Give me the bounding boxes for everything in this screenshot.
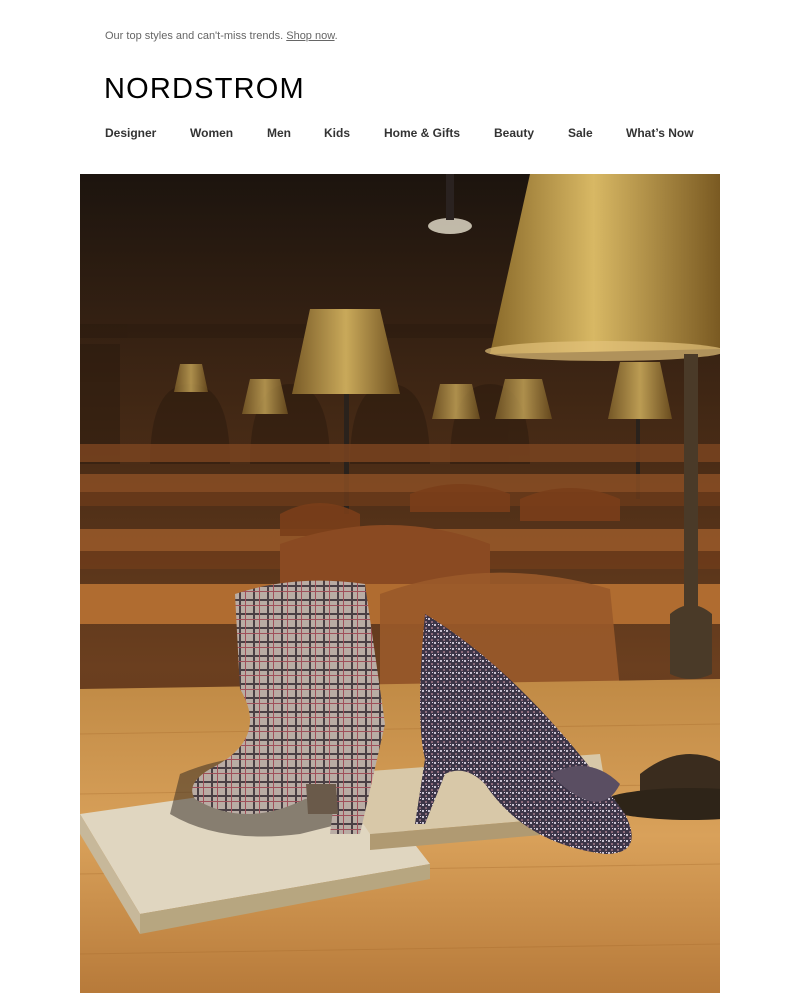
preheader-text: Our top styles and can't-miss trends. [105, 30, 284, 42]
nav-item-whats-now[interactable]: What’s Now [626, 126, 694, 140]
nav-item-women[interactable]: Women [190, 126, 233, 140]
nav-item-men[interactable]: Men [267, 126, 291, 140]
nav-item-designer[interactable]: Designer [105, 126, 156, 140]
nav-item-kids[interactable]: Kids [324, 126, 350, 140]
nav-item-sale[interactable]: Sale [568, 126, 593, 140]
hero-image[interactable] [80, 174, 720, 993]
nordstrom-logo[interactable]: NORDSTROM [104, 72, 305, 106]
main-nav: Designer Women Men Kids Home & Gifts Bea… [105, 126, 705, 142]
nav-item-beauty[interactable]: Beauty [494, 126, 534, 140]
shop-now-link[interactable]: Shop now [286, 30, 334, 42]
preheader-trailing: . [334, 30, 338, 42]
nav-item-home-gifts[interactable]: Home & Gifts [384, 126, 460, 140]
hero-illustration [80, 174, 720, 993]
preheader: Our top styles and can't-miss trends. Sh… [105, 30, 338, 42]
